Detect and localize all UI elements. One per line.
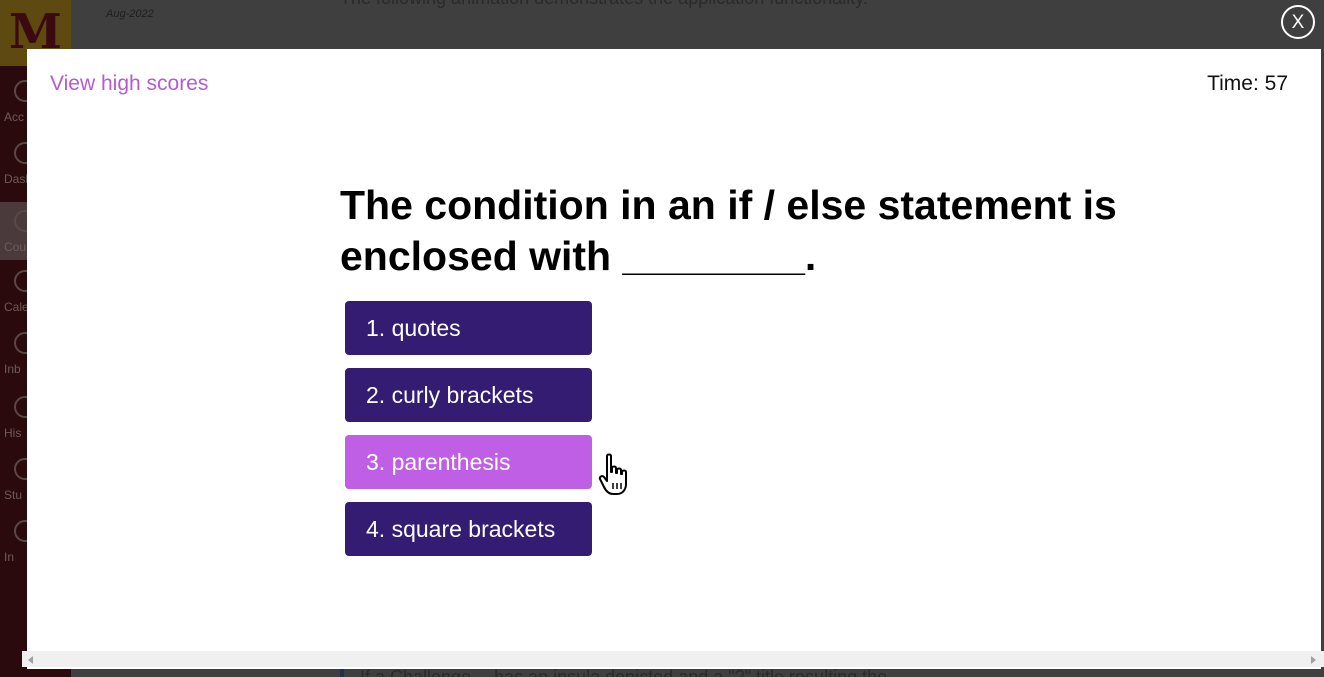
background-text-top: The following animation demonstrates the… (340, 0, 868, 9)
scroll-left-icon[interactable] (28, 656, 33, 664)
answer-button-4[interactable]: 4. square brackets (345, 502, 592, 556)
answer-button-3[interactable]: 3. parenthesis (345, 435, 592, 489)
close-modal-button[interactable]: X (1281, 5, 1315, 39)
horizontal-scrollbar[interactable] (22, 651, 1324, 667)
background-date: Aug-2022 (106, 8, 154, 20)
answer-button-1[interactable]: 1. quotes (345, 301, 592, 355)
view-high-scores-link[interactable]: View high scores (50, 72, 208, 96)
quiz-timer: Time: 57 (1207, 72, 1288, 95)
answer-button-2[interactable]: 2. curly brackets (345, 368, 592, 422)
background-rule (340, 668, 344, 677)
hand-pointer-icon (598, 453, 627, 495)
quiz-modal: View high scores Time: 57 The condition … (27, 49, 1321, 669)
answer-list: 1. quotes 2. curly brackets 3. parenthes… (345, 301, 592, 569)
quiz-question: The condition in an if / else statement … (340, 182, 1117, 279)
scroll-right-icon[interactable] (1311, 656, 1316, 664)
background-text-bottom: If a Challenge… has an insula depicted a… (360, 667, 888, 677)
